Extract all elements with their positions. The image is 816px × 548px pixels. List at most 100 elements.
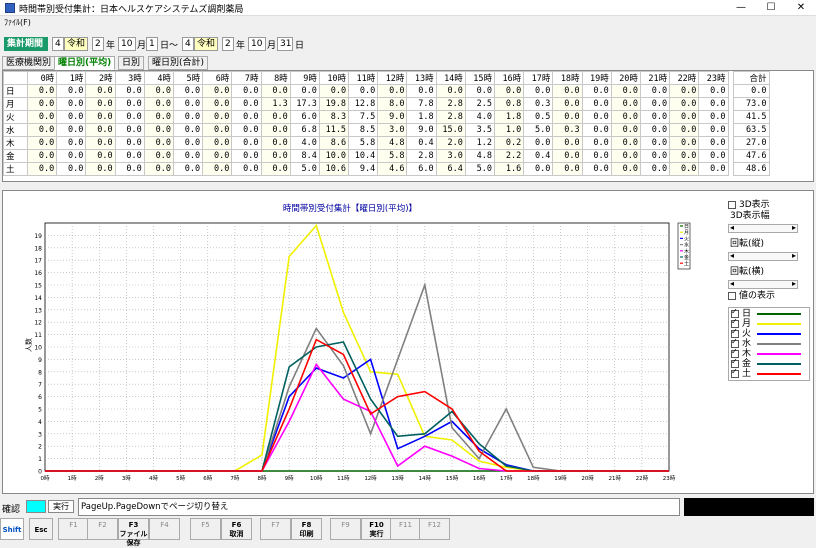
value-cell[interactable]: 0.0 (639, 123, 671, 137)
value-cell[interactable]: 0.0 (464, 84, 496, 98)
value-cell[interactable]: 10.4 (348, 149, 379, 163)
value-cell[interactable]: 3.0 (435, 149, 466, 163)
value-cell[interactable]: 9.0 (377, 110, 408, 124)
maximize-icon[interactable]: ☐ (756, 0, 786, 16)
value-cell[interactable]: 0.0 (610, 162, 641, 176)
value-cell[interactable]: 0.0 (26, 162, 58, 176)
checkbox-show-values[interactable] (728, 291, 736, 300)
value-cell[interactable]: 0.0 (552, 162, 583, 176)
value-cell[interactable]: 5.0 (523, 123, 554, 137)
value-cell[interactable]: 0.0 (231, 84, 262, 98)
value-cell[interactable]: 0.0 (610, 97, 641, 111)
value-cell[interactable]: 0.0 (26, 123, 58, 137)
value-cell[interactable]: 5.0 (289, 162, 320, 176)
value-cell[interactable]: 0.0 (523, 84, 554, 98)
confirm-field[interactable] (26, 500, 46, 513)
option-show-values[interactable]: 値の表示 (728, 291, 810, 302)
legend-row-土[interactable]: 土 (731, 367, 809, 379)
value-cell[interactable]: 0.0 (231, 110, 262, 124)
legend-row-木[interactable]: 木 (731, 347, 809, 359)
value-cell[interactable]: 0.0 (639, 110, 671, 124)
value-cell[interactable]: 0.2 (493, 136, 525, 150)
value-cell[interactable]: 0.0 (172, 149, 204, 163)
option-3d[interactable]: 3D表示 (728, 200, 810, 211)
value-cell[interactable]: 8.0 (377, 97, 408, 111)
value-cell[interactable]: 8.6 (318, 136, 350, 150)
value-cell[interactable]: 0.0 (698, 149, 729, 163)
value-cell[interactable]: 0.0 (581, 136, 612, 150)
legend-row-月[interactable]: 月 (731, 317, 809, 329)
fkey-f1[interactable]: F1 (58, 518, 89, 540)
value-cell[interactable]: 5.8 (377, 149, 408, 163)
checkbox-3d[interactable] (728, 200, 736, 209)
fkey-f9[interactable]: F9 (330, 518, 361, 540)
value-cell[interactable]: 0.4 (406, 136, 437, 150)
value-cell[interactable]: 0.0 (114, 162, 145, 176)
value-cell[interactable]: 0.8 (493, 97, 525, 111)
value-cell[interactable]: 0.0 (669, 136, 700, 150)
value-cell[interactable]: 0.0 (114, 149, 145, 163)
value-cell[interactable]: 0.0 (260, 162, 291, 176)
value-cell[interactable]: 0.0 (56, 162, 87, 176)
value-cell[interactable]: 2.8 (435, 110, 466, 124)
value-cell[interactable]: 6.8 (289, 123, 320, 137)
value-cell[interactable]: 4.0 (289, 136, 320, 150)
value-cell[interactable]: 0.0 (289, 84, 320, 98)
tab-weekday-total[interactable]: 曜日別(合計) (148, 56, 209, 70)
value-cell[interactable]: 0.0 (260, 123, 291, 137)
legend-row-金[interactable]: 金 (731, 357, 809, 369)
value-cell[interactable]: 0.5 (523, 110, 554, 124)
value-cell[interactable]: 0.0 (581, 110, 612, 124)
value-cell[interactable]: 2.2 (493, 149, 525, 163)
value-cell[interactable]: 0.0 (26, 136, 58, 150)
value-cell[interactable]: 0.0 (143, 149, 174, 163)
value-cell[interactable]: 0.0 (552, 84, 583, 98)
value-cell[interactable]: 0.0 (85, 110, 116, 124)
value-cell[interactable]: 0.0 (85, 84, 116, 98)
value-cell[interactable]: 7.8 (406, 97, 437, 111)
value-cell[interactable]: 0.0 (231, 149, 262, 163)
value-cell[interactable]: 0.0 (260, 110, 291, 124)
value-cell[interactable]: 0.0 (85, 97, 116, 111)
value-cell[interactable]: 0.0 (581, 149, 612, 163)
value-cell[interactable]: 0.0 (669, 84, 700, 98)
value-cell[interactable]: 4.8 (464, 149, 496, 163)
fkey-f3[interactable]: F3 ファイル保存 (118, 518, 149, 547)
value-cell[interactable]: 2.5 (464, 97, 496, 111)
value-cell[interactable]: 0.0 (114, 136, 145, 150)
value-cell[interactable]: 0.0 (143, 97, 174, 111)
value-cell[interactable]: 0.0 (114, 123, 145, 137)
value-cell[interactable]: 0.0 (172, 136, 204, 150)
value-cell[interactable]: 9.0 (406, 123, 437, 137)
fkey-f4[interactable]: F4 (149, 518, 180, 540)
table-row[interactable]: 火 0.0 0.0 0.0 0.0 0.0 0.0 0.0 0.0 0.0 6.0 8.3 7.5 9.0… (3, 110, 770, 124)
value-cell[interactable]: 4.0 (464, 110, 496, 124)
value-cell[interactable]: 0.0 (260, 84, 291, 98)
value-cell[interactable]: 0.0 (698, 97, 729, 111)
value-cell[interactable]: 9.4 (348, 162, 379, 176)
value-cell[interactable]: 0.0 (202, 97, 233, 111)
value-cell[interactable]: 0.0 (231, 162, 262, 176)
value-cell[interactable]: 0.0 (610, 84, 641, 98)
legend-row-火[interactable]: 火 (731, 327, 809, 339)
value-cell[interactable]: 0.0 (56, 123, 87, 137)
value-cell[interactable]: 0.0 (26, 149, 58, 163)
value-cell[interactable]: 0.0 (202, 136, 233, 150)
value-cell[interactable]: 6.0 (289, 110, 320, 124)
arrow-left-icon[interactable]: ◂ (730, 223, 734, 232)
value-cell[interactable]: 6.0 (406, 162, 437, 176)
tab-weekday-avg[interactable]: 曜日別(平均) (54, 56, 116, 70)
value-cell[interactable]: 0.3 (552, 123, 583, 137)
value-cell[interactable]: 0.0 (56, 149, 87, 163)
value-cell[interactable]: 0.0 (172, 97, 204, 111)
value-cell[interactable]: 0.0 (523, 136, 554, 150)
fkey-f10[interactable]: F10 実行 (361, 518, 392, 540)
value-cell[interactable]: 0.0 (231, 123, 262, 137)
value-cell[interactable]: 0.0 (669, 97, 700, 111)
value-cell[interactable]: 0.0 (114, 97, 145, 111)
value-cell[interactable]: 0.0 (85, 136, 116, 150)
to-day[interactable]: 31 (277, 37, 293, 51)
tab-by-clinic[interactable]: 医療機関別 (2, 56, 56, 70)
value-cell[interactable]: 0.0 (85, 149, 116, 163)
arrow-right-icon[interactable]: ▸ (792, 223, 796, 232)
